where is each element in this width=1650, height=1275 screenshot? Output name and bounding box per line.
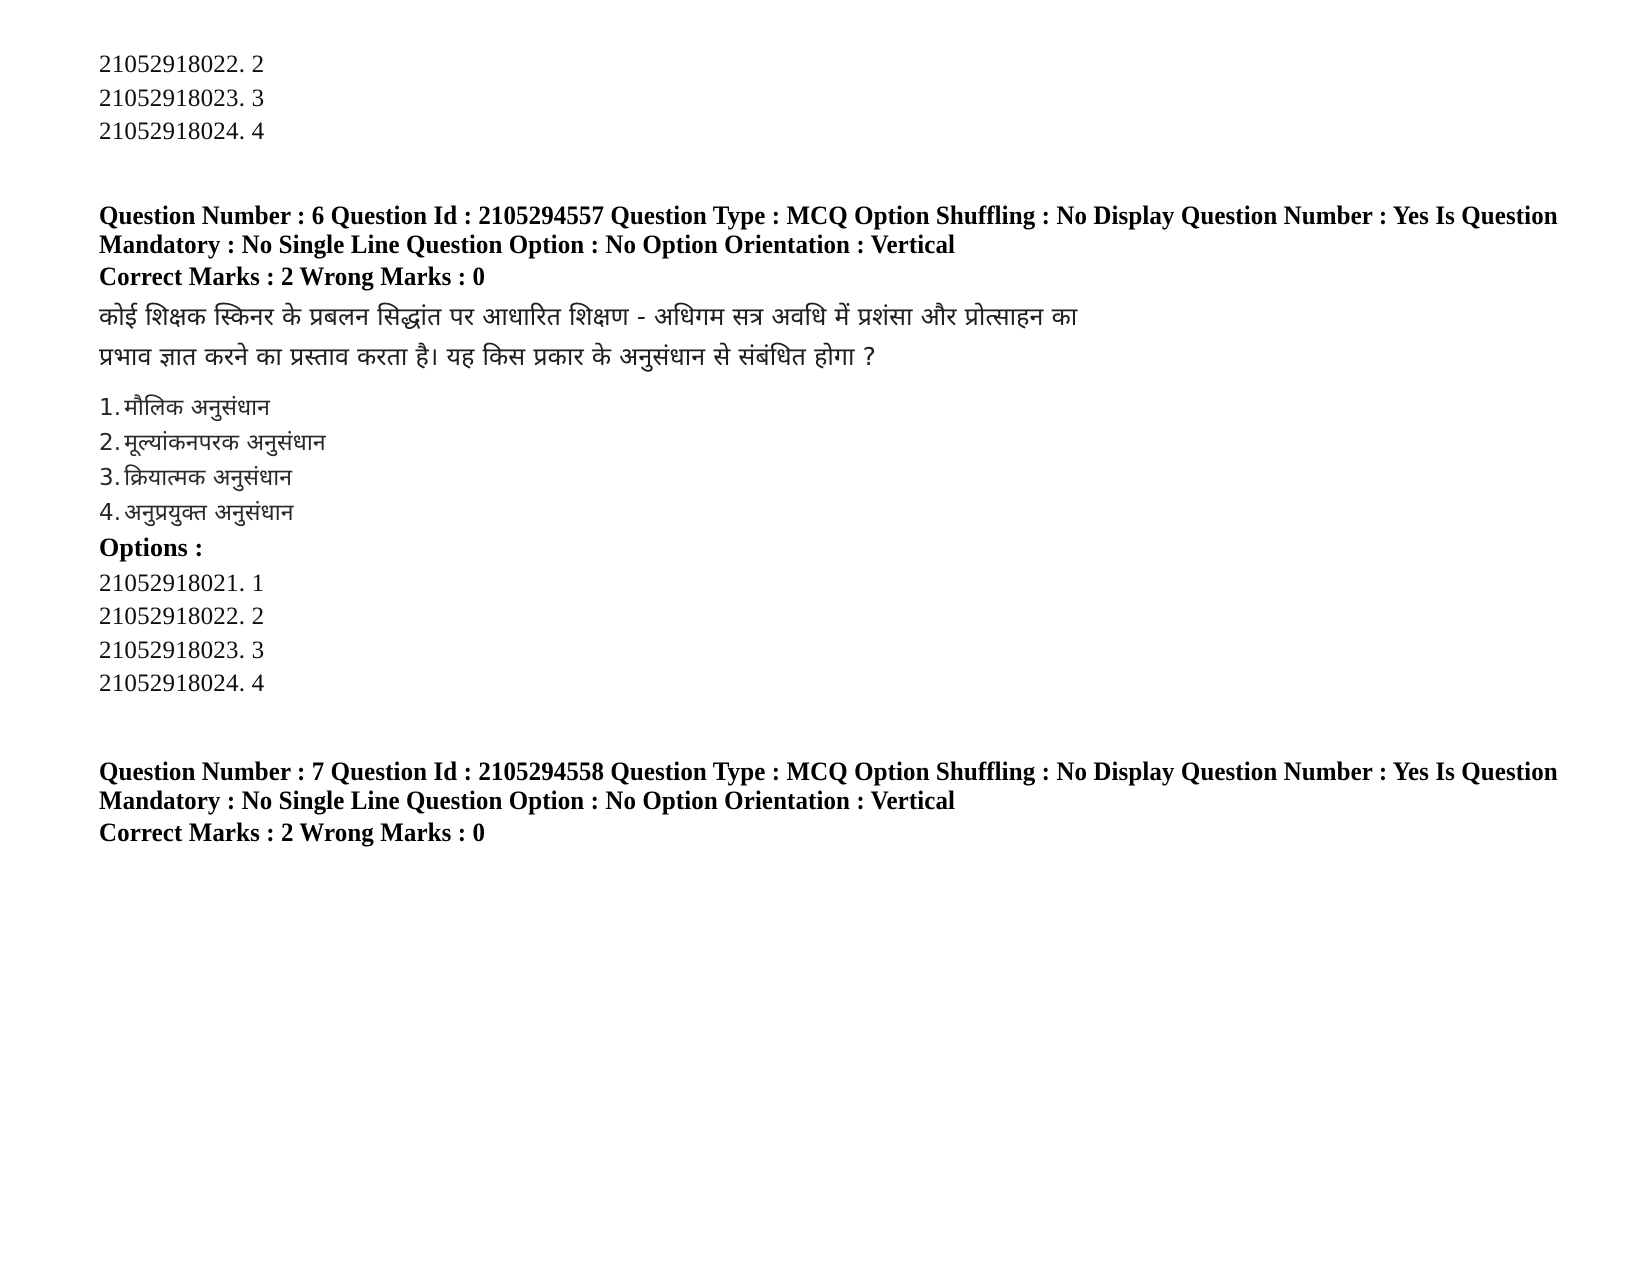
choice-text: अनुप्रयुक्त अनुसंधान — [124, 499, 294, 526]
option-id-line: 21052918024. 4 — [99, 670, 265, 697]
question-6-option-id-list: 21052918021. 1 21052918022. 2 2105291802… — [99, 567, 1519, 701]
question-7-meta-line-2: Mandatory : No Single Line Question Opti… — [99, 786, 956, 815]
question-7-meta-line-1: Question Number : 7 Question Id : 210529… — [99, 756, 1558, 786]
question-6-choice-3[interactable]: 3. क्रियात्मक अनुसंधान — [99, 461, 1519, 496]
document-page: 21052918022. 2 21052918023. 3 2105291802… — [0, 0, 1650, 1275]
choice-number: 1. — [99, 394, 122, 421]
option-id-line: 21052918023. 3 — [99, 84, 265, 112]
option-id-line: 21052918023. 3 — [99, 636, 265, 664]
question-6-meta-line-2: Mandatory : No Single Line Question Opti… — [99, 230, 956, 259]
choice-number: 2. — [99, 429, 122, 456]
question-6-marks: Correct Marks : 2 Wrong Marks : 0 — [99, 261, 486, 291]
option-id-line: 21052918021. 1 — [99, 569, 265, 597]
question-7-meta: Question Number : 7 Question Id : 210529… — [99, 756, 1558, 816]
choice-number: 3. — [99, 464, 122, 491]
choice-number: 4. — [99, 499, 122, 526]
page-content: 21052918022. 2 21052918023. 3 2105291802… — [99, 48, 1558, 849]
choice-text: मूल्यांकनपरक अनुसंधान — [124, 429, 326, 456]
question-6-choice-list: 1. मौलिक अनुसंधान 2. मूल्यांकनपरक अनुसंधान… — [99, 391, 1519, 531]
question-block-7: Question Number : 7 Question Id : 210529… — [99, 756, 1558, 849]
question-6-stem: कोई शिक्षक स्किनर के प्रबलन सिद्धांत पर … — [99, 297, 1519, 377]
option-id-line: 21052918024. 4 — [99, 118, 265, 145]
top-option-id-list: 21052918022. 2 21052918023. 3 2105291802… — [99, 48, 1519, 149]
question-6-choice-1[interactable]: 1. मौलिक अनुसंधान — [99, 391, 1519, 426]
question-6-stem-line-1: कोई शिक्षक स्किनर के प्रबलन सिद्धांत पर … — [99, 301, 1078, 331]
question-6-meta: Question Number : 6 Question Id : 210529… — [99, 200, 1558, 260]
choice-text: क्रियात्मक अनुसंधान — [124, 464, 293, 491]
question-6-choice-4[interactable]: 4. अनुप्रयुक्त अनुसंधान — [99, 496, 1519, 531]
option-id-line: 21052918022. 2 — [99, 51, 265, 78]
question-6-choice-2[interactable]: 2. मूल्यांकनपरक अनुसंधान — [99, 426, 1519, 461]
option-id-line: 21052918022. 2 — [99, 603, 265, 630]
question-6-stem-line-2: प्रभाव ज्ञात करने का प्रस्ताव करता है। य… — [99, 341, 876, 371]
question-block-6: Question Number : 6 Question Id : 210529… — [99, 200, 1558, 701]
question-7-marks: Correct Marks : 2 Wrong Marks : 0 — [99, 817, 486, 847]
choice-text: मौलिक अनुसंधान — [124, 394, 271, 421]
question-6-options-label: Options : — [99, 532, 204, 562]
question-6-meta-line-1: Question Number : 6 Question Id : 210529… — [99, 200, 1558, 230]
